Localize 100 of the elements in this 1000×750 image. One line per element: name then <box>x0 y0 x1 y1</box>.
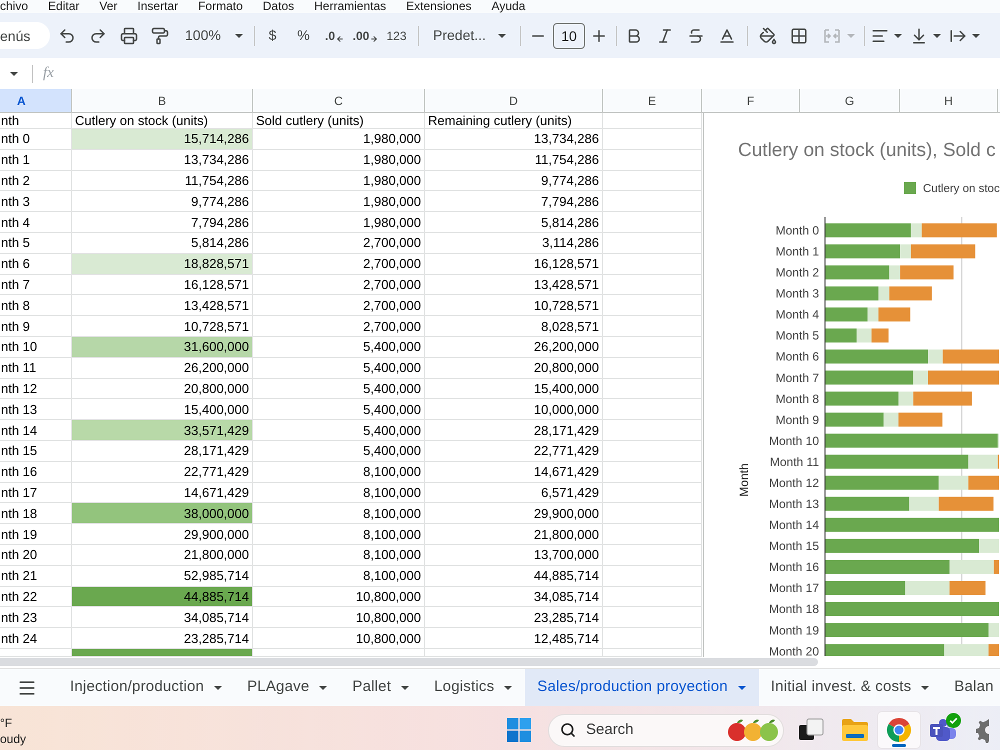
start-icon[interactable] <box>507 718 531 742</box>
sheet-tab[interactable]: PLAgave <box>235 669 340 706</box>
table-cell: 6,571,429 <box>425 482 603 504</box>
grid-icon[interactable] <box>790 26 808 44</box>
undo-icon[interactable] <box>58 26 76 44</box>
arrow-down-to-line-icon <box>910 26 928 44</box>
sheet-tab[interactable]: Sales/production proyection <box>525 669 759 706</box>
weather-condition: oudy <box>0 731 28 747</box>
table-cell: 31,600,000 <box>72 336 253 358</box>
table-cell: 22,771,429 <box>72 462 253 483</box>
decrease-decimal-button[interactable]: .0 <box>319 22 350 50</box>
table-cell: nth 16 <box>0 462 72 483</box>
table-cell: 5,400,000 <box>253 440 425 462</box>
merge-icon <box>823 26 841 44</box>
table-cell: 13,428,571 <box>425 274 603 296</box>
table-cell: 2,700,000 <box>253 232 425 254</box>
table-cell: 7,794,286 <box>425 191 603 212</box>
table-cell: 13,700,000 <box>425 544 603 566</box>
table-cell: 26,200,000 <box>72 358 253 379</box>
horizontal-scrollbar[interactable] <box>0 658 818 666</box>
font-dropdown[interactable]: Predet... <box>421 22 513 50</box>
table-cell: nth 15 <box>0 440 72 462</box>
paint-bucket-icon[interactable] <box>758 26 776 44</box>
caret-icon <box>738 686 746 690</box>
paint-roller-icon[interactable] <box>150 26 168 44</box>
table-cell: 18,828,571 <box>72 254 253 275</box>
menu-item[interactable]: Editar <box>48 0 80 13</box>
category-label: Month 9 <box>776 412 819 427</box>
table-cell: nth 12 <box>0 378 72 400</box>
category-label: Month 13 <box>768 497 819 512</box>
column-header[interactable]: B <box>72 89 253 113</box>
table-cell: 5,400,000 <box>253 358 425 379</box>
axis-title: Month <box>737 463 751 497</box>
gear-icon <box>976 717 989 743</box>
sheet-tab[interactable]: Balan <box>942 669 1000 706</box>
table-cell: 21,800,000 <box>425 524 603 545</box>
table-cell: nth 4 <box>0 212 72 233</box>
table-cell: 8,100,000 <box>253 566 425 587</box>
table-cell: nth 8 <box>0 295 72 316</box>
table-cell: nth 19 <box>0 524 72 545</box>
table-cell: 2,700,000 <box>253 316 425 337</box>
table-cell: nth 11 <box>0 358 72 379</box>
table-cell: 1,980,000 <box>253 129 425 150</box>
sheet-tab[interactable]: Pallet <box>340 669 422 706</box>
increase-decimal-button[interactable]: .00 <box>350 22 381 50</box>
column-header[interactable]: E <box>603 89 702 113</box>
caret-icon <box>894 34 902 38</box>
table-cell: 2,700,000 <box>253 254 425 275</box>
menu-item[interactable]: Datos <box>262 0 294 13</box>
menu-item[interactable]: Herramientas <box>314 0 386 13</box>
column-header[interactable]: G <box>800 89 900 113</box>
arrow-left-icon <box>336 34 344 42</box>
caret-icon[interactable] <box>10 72 18 76</box>
print-icon[interactable] <box>120 26 138 44</box>
sheet-tab[interactable]: Initial invest. & costs <box>758 669 942 706</box>
table-cell: nth 1 <box>0 150 72 171</box>
category-label: Month 3 <box>776 286 819 301</box>
table-cell: 5,400,000 <box>253 399 425 420</box>
table-cell: 12,485,714 <box>425 628 603 649</box>
column-header[interactable]: D <box>425 89 603 113</box>
category-label: Month 4 <box>776 308 819 322</box>
column-header[interactable]: C <box>253 89 425 113</box>
folder-icon <box>841 718 869 742</box>
menu-item[interactable]: Ayuda <box>492 0 526 13</box>
category-label: Month 11 <box>770 454 819 469</box>
menu-search-field[interactable]: enús <box>0 22 50 49</box>
category-label: Month 18 <box>768 602 819 616</box>
table-cell: 28,171,429 <box>425 420 603 441</box>
sheet-tab[interactable]: Logistics <box>422 669 526 706</box>
table-cell: 20,800,000 <box>425 358 603 379</box>
category-label: Month 0 <box>776 224 819 238</box>
taskbar-search-box[interactable]: Search <box>548 714 784 746</box>
menu-item[interactable]: Ver <box>99 0 118 13</box>
sheet-tab[interactable]: Injection/production <box>58 669 236 706</box>
column-header[interactable]: A <box>0 89 72 113</box>
browser-icon <box>886 717 912 743</box>
search-field[interactable]: Search <box>586 719 706 741</box>
text-color-icon[interactable] <box>718 26 736 44</box>
column-header[interactable]: H <box>900 89 998 113</box>
table-cell: 5,400,000 <box>253 420 425 441</box>
menu-item[interactable]: Insertar <box>137 0 178 13</box>
strikethrough-icon[interactable] <box>686 26 704 44</box>
percent-button[interactable]: % <box>288 22 319 50</box>
caret-icon <box>214 686 222 690</box>
font-size-field[interactable]: 10 <box>553 22 585 48</box>
header-cell: Sold cutlery (units) <box>253 113 425 129</box>
table-cell: 8,100,000 <box>253 462 425 483</box>
table-cell: 21,800,000 <box>72 544 253 566</box>
table-cell: nth 9 <box>0 316 72 337</box>
zoom-dropdown[interactable]: 100% <box>175 22 248 50</box>
currency-button[interactable]: $ <box>257 22 288 50</box>
category-label: Month 8 <box>776 392 819 406</box>
redo-icon[interactable] <box>88 26 106 44</box>
table-cell: 15,714,286 <box>72 129 253 150</box>
menu-item[interactable]: Extensiones <box>406 0 472 13</box>
number-format-button[interactable]: 123 <box>381 22 412 50</box>
column-header[interactable]: F <box>702 89 800 113</box>
category-label: Month 17 <box>768 581 819 596</box>
menu-item[interactable]: Formato <box>198 0 243 13</box>
menu-item[interactable]: chivo <box>0 0 28 13</box>
